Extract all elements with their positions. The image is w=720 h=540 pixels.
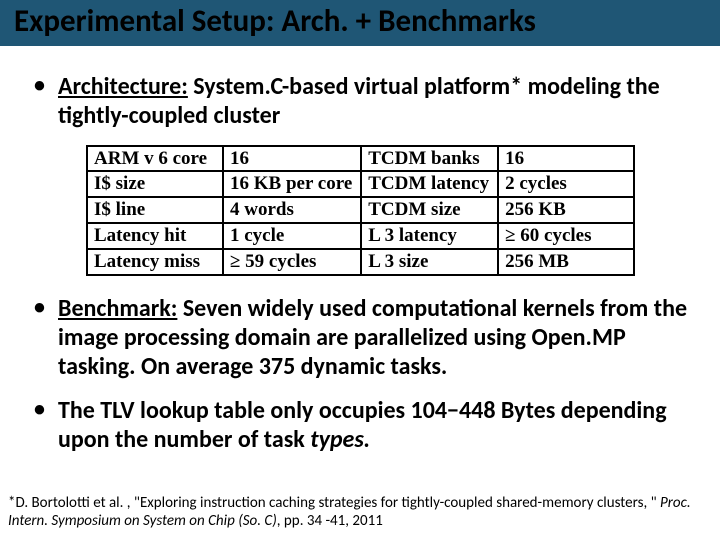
table-row: ARM v 6 core 16 TCDM banks 16 <box>87 146 634 172</box>
bullet-benchmark: Benchmark: Seven widely used computation… <box>52 294 692 382</box>
cell-key: ARM v 6 core <box>87 146 223 172</box>
bullet-tlv: The TLV lookup table only occupies 104−4… <box>52 396 692 455</box>
cell-val: 16 <box>223 146 361 172</box>
cell-val: 16 KB per core <box>223 171 361 197</box>
cell-val: ≥ 60 cycles <box>498 223 634 249</box>
bullet-architecture: Architecture: System.C-based virtual pla… <box>52 72 692 131</box>
bullet-benchmark-label: Benchmark: <box>58 294 177 323</box>
cell-val: 4 words <box>223 197 361 223</box>
bullet-list-2: Benchmark: Seven widely used computation… <box>28 294 692 454</box>
cell-key: I$ line <box>87 197 223 223</box>
table-row: I$ line 4 words TCDM size 256 KB <box>87 197 634 223</box>
bullet-list: Architecture: System.C-based virtual pla… <box>28 72 692 131</box>
cell-key: TCDM latency <box>361 171 498 197</box>
table-row: I$ size 16 KB per core TCDM latency 2 cy… <box>87 171 634 197</box>
cell-val: 2 cycles <box>498 171 634 197</box>
table-row: Latency hit 1 cycle L 3 latency ≥ 60 cyc… <box>87 223 634 249</box>
slide: Experimental Setup: Arch. + Benchmarks A… <box>0 0 720 540</box>
cell-key: Latency hit <box>87 223 223 249</box>
cell-val: 256 KB <box>498 197 634 223</box>
bullet-architecture-label: Architecture: <box>58 72 188 101</box>
footnote-post: , pp. 34 -41, 2011 <box>277 512 383 530</box>
cell-val: 256 MB <box>498 249 634 275</box>
cell-key: Latency miss <box>87 249 223 275</box>
spec-table-wrap: ARM v 6 core 16 TCDM banks 16 I$ size 16… <box>86 145 692 276</box>
slide-title: Experimental Setup: Arch. + Benchmarks <box>0 2 720 40</box>
cell-val: 1 cycle <box>223 223 361 249</box>
footnote-pre: *D. Bortolotti et al. , "Exploring instr… <box>8 494 660 512</box>
cell-key: TCDM banks <box>361 146 498 172</box>
title-bar: Experimental Setup: Arch. + Benchmarks <box>0 0 720 46</box>
table-row: Latency miss ≥ 59 cycles L 3 size 256 MB <box>87 249 634 275</box>
cell-key: L 3 size <box>361 249 498 275</box>
cell-val: 16 <box>498 146 634 172</box>
cell-key: I$ size <box>87 171 223 197</box>
bullet-tlv-em: types. <box>310 425 370 454</box>
cell-val: ≥ 59 cycles <box>223 249 361 275</box>
footnote: *D. Bortolotti et al. , "Exploring instr… <box>8 494 708 530</box>
spec-table: ARM v 6 core 16 TCDM banks 16 I$ size 16… <box>86 145 635 276</box>
slide-body: Architecture: System.C-based virtual pla… <box>0 46 720 454</box>
cell-key: L 3 latency <box>361 223 498 249</box>
cell-key: TCDM size <box>361 197 498 223</box>
